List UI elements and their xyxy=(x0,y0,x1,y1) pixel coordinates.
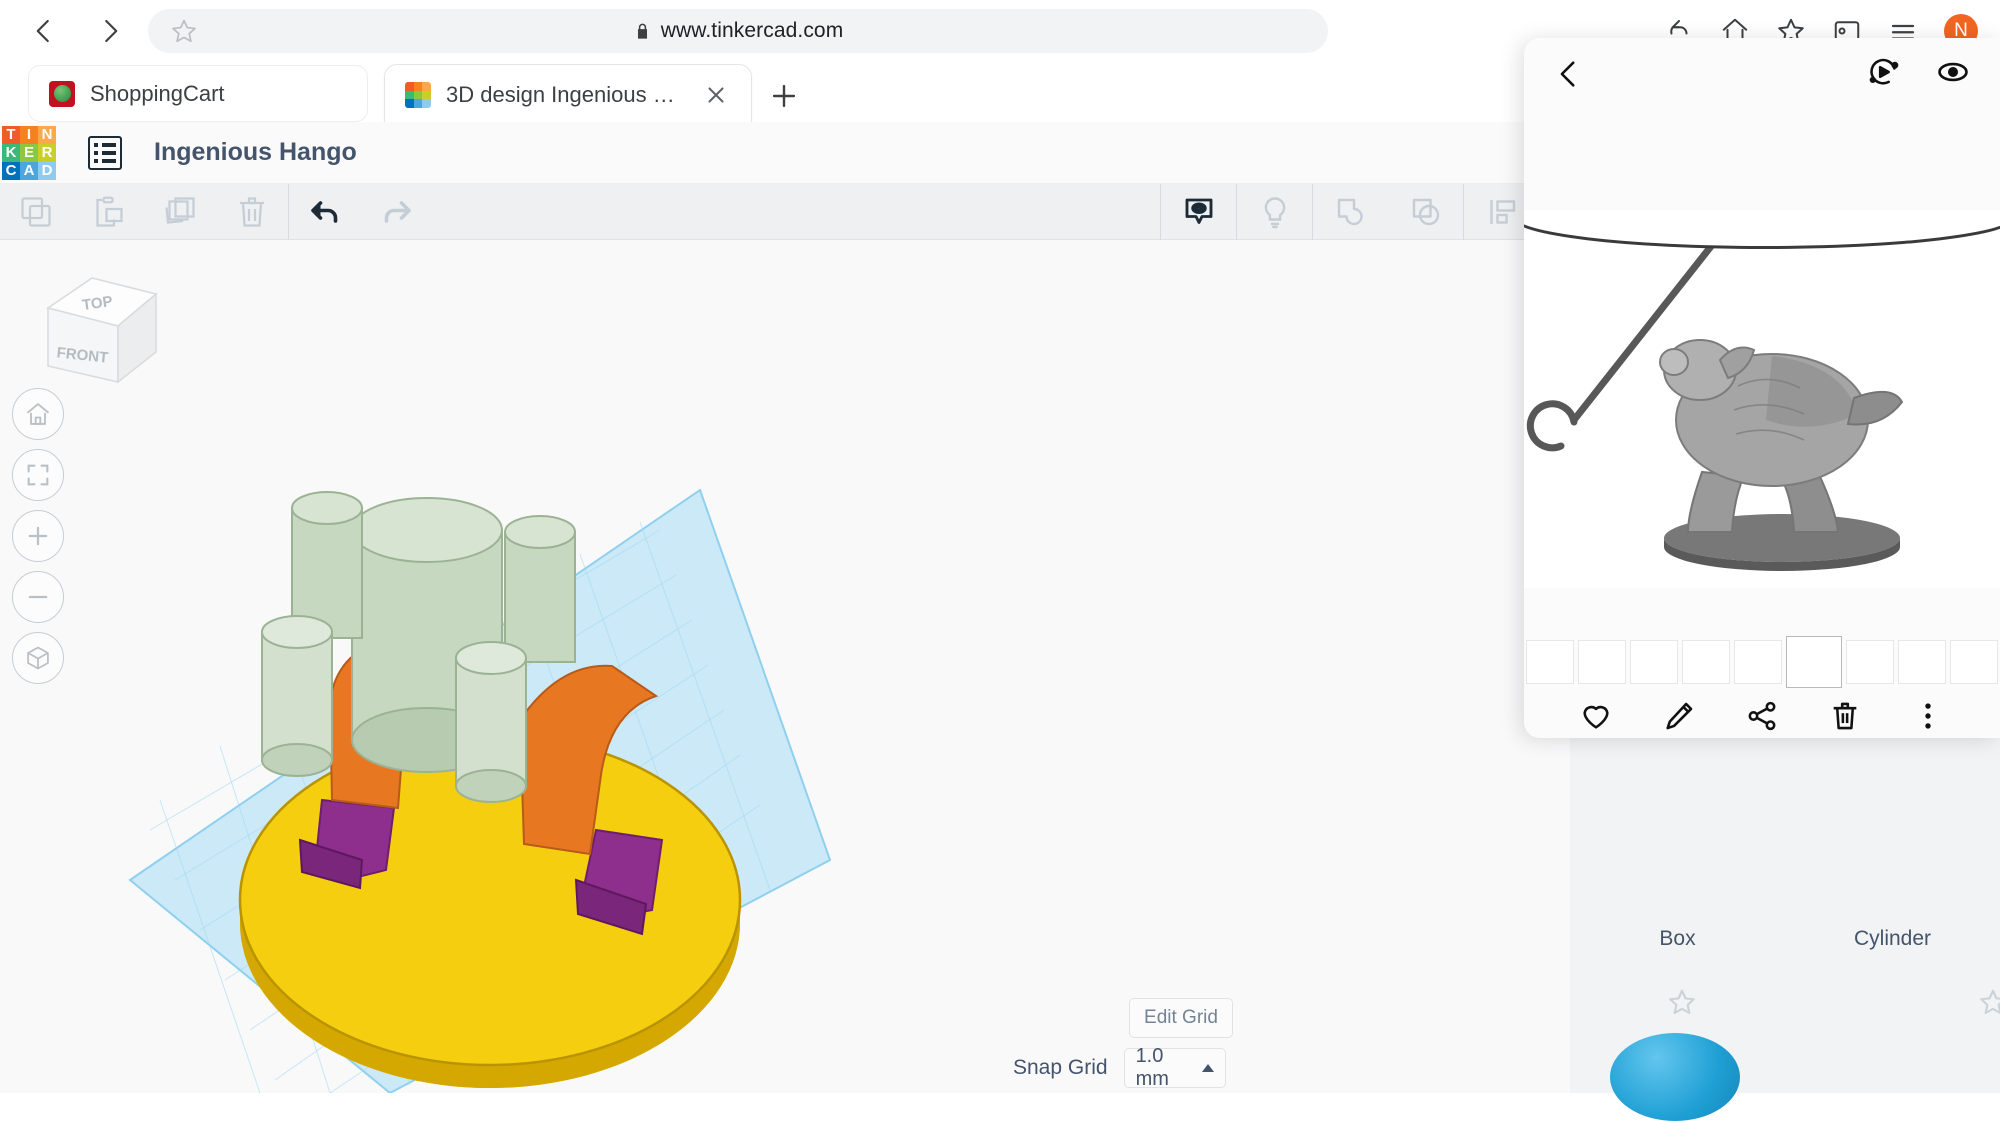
tinkercad-favicon xyxy=(405,82,431,108)
thumbnail-item[interactable] xyxy=(1734,640,1782,684)
shape-grid: Box Cylinder xyxy=(1570,945,2000,1093)
star-outline-icon[interactable] xyxy=(1978,987,2000,1017)
tinkercad-logo-icon[interactable]: T I N K E R C A D xyxy=(2,126,56,180)
heart-icon xyxy=(1579,699,1613,733)
overlay-model-preview[interactable] xyxy=(1524,210,2000,588)
thumbnail-item[interactable] xyxy=(1682,640,1730,684)
logo-letter: I xyxy=(20,126,38,144)
star-outline-icon[interactable] xyxy=(170,17,198,45)
home-view-button[interactable] xyxy=(12,388,64,440)
star-outline-icon[interactable] xyxy=(1667,987,1697,1017)
fit-frame-icon xyxy=(24,461,52,489)
zoom-in-button[interactable] xyxy=(12,510,64,562)
group-button[interactable] xyxy=(1313,184,1388,240)
share-nodes-icon xyxy=(1745,699,1779,733)
eye-icon xyxy=(1936,55,1970,89)
perspective-toggle-button[interactable] xyxy=(12,632,64,684)
new-tab-button[interactable] xyxy=(765,77,803,115)
shape-label: Box xyxy=(1570,927,1785,951)
toolbar-clipboard-group xyxy=(0,184,288,239)
tab-shoppingcart[interactable]: ShoppingCart xyxy=(28,65,368,122)
address-bar[interactable]: www.tinkercad.com xyxy=(148,9,1328,53)
design-gallery-overlay[interactable] xyxy=(1524,38,2000,738)
shape-item-cylinder[interactable]: Cylinder xyxy=(1785,945,2000,1093)
pencil-icon xyxy=(1662,699,1696,733)
preview-turtle-model xyxy=(1524,210,2000,588)
thumbnail-item-selected[interactable] xyxy=(1786,636,1842,688)
fit-to-view-button[interactable] xyxy=(12,449,64,501)
snap-grid-value: 1.0 mm xyxy=(1136,1045,1202,1091)
caret-up-icon xyxy=(1202,1064,1214,1072)
shape-item-box[interactable]: Box xyxy=(1570,945,1785,1093)
page-title: Ingenious Hango xyxy=(154,138,357,167)
kebab-menu-icon xyxy=(1911,699,1945,733)
trash-icon xyxy=(1828,699,1862,733)
back-icon[interactable] xyxy=(18,5,70,57)
overlay-top-actions xyxy=(1866,55,2000,94)
light-button[interactable] xyxy=(1237,184,1312,240)
close-icon[interactable] xyxy=(701,80,731,110)
logo-letter: D xyxy=(38,162,56,180)
ungroup-button[interactable] xyxy=(1388,184,1463,240)
undo-button[interactable] xyxy=(289,184,361,239)
edit-button[interactable] xyxy=(1662,699,1696,738)
home-icon xyxy=(24,400,52,428)
overlay-thumbnail-strip[interactable] xyxy=(1524,636,2000,688)
redo-button[interactable] xyxy=(361,184,433,239)
minus-icon xyxy=(24,583,52,611)
forward-icon[interactable] xyxy=(84,5,136,57)
logo-letter: N xyxy=(38,126,56,144)
share-button[interactable] xyxy=(1745,699,1779,738)
tab-title: ShoppingCart xyxy=(90,81,347,107)
zoom-out-button[interactable] xyxy=(12,571,64,623)
tab-title: 3D design Ingenious Hang… xyxy=(446,82,686,108)
design-canvas[interactable]: TOP FRONT Edit Grid Snap Grid 1.0 mm xyxy=(0,240,1570,1093)
thumbnail-item[interactable] xyxy=(1526,640,1574,684)
overlay-topbar xyxy=(1524,38,2000,110)
workplane-3d-scene xyxy=(0,240,1570,1093)
logo-letter: K xyxy=(2,144,20,162)
snap-grid-label: Snap Grid xyxy=(1013,1056,1108,1080)
thumbnail-item[interactable] xyxy=(1898,640,1946,684)
toolbar-history-group xyxy=(289,184,433,239)
thumbnail-item[interactable] xyxy=(1578,640,1626,684)
paste-button[interactable] xyxy=(72,184,144,239)
shape-preview-sphere[interactable] xyxy=(1610,1033,1740,1121)
toolbar-right-group xyxy=(1160,184,1539,240)
show-hide-button[interactable] xyxy=(1161,184,1236,240)
thumbnail-item[interactable] xyxy=(1950,640,1998,684)
logo-letter: C xyxy=(2,162,20,180)
shoppingcart-favicon xyxy=(49,81,75,107)
copy-button[interactable] xyxy=(0,184,72,239)
shape-label: Cylinder xyxy=(1785,927,2000,951)
delete-button[interactable] xyxy=(216,184,288,239)
orbit-play-button[interactable] xyxy=(1866,55,1900,94)
edit-grid-button[interactable]: Edit Grid xyxy=(1129,998,1233,1038)
preview-eye-button[interactable] xyxy=(1936,55,1970,94)
lock-icon xyxy=(633,22,652,41)
favorite-button[interactable] xyxy=(1579,699,1613,738)
logo-letter: T xyxy=(2,126,20,144)
orbit-play-icon xyxy=(1866,55,1900,89)
tab-3d-design[interactable]: 3D design Ingenious Hang… xyxy=(385,65,751,125)
logo-letter: A xyxy=(20,162,38,180)
duplicate-button[interactable] xyxy=(144,184,216,239)
plus-icon xyxy=(24,522,52,550)
list-view-icon[interactable] xyxy=(88,136,122,170)
thumbnail-item[interactable] xyxy=(1846,640,1894,684)
logo-letter: E xyxy=(20,144,38,162)
delete-button[interactable] xyxy=(1828,699,1862,738)
view-cube[interactable]: TOP FRONT xyxy=(30,260,170,390)
overlay-bottom-actions xyxy=(1524,698,2000,738)
thumbnail-item[interactable] xyxy=(1630,640,1678,684)
back-chevron-icon[interactable] xyxy=(1552,57,1586,91)
url-text: www.tinkercad.com xyxy=(661,19,844,43)
snap-grid-select[interactable]: 1.0 mm xyxy=(1124,1048,1226,1088)
more-options-button[interactable] xyxy=(1911,699,1945,738)
snap-grid-control: Snap Grid 1.0 mm xyxy=(1013,1048,1226,1088)
cube-icon xyxy=(24,644,52,672)
url-display: www.tinkercad.com xyxy=(148,9,1328,53)
logo-letter: R xyxy=(38,144,56,162)
